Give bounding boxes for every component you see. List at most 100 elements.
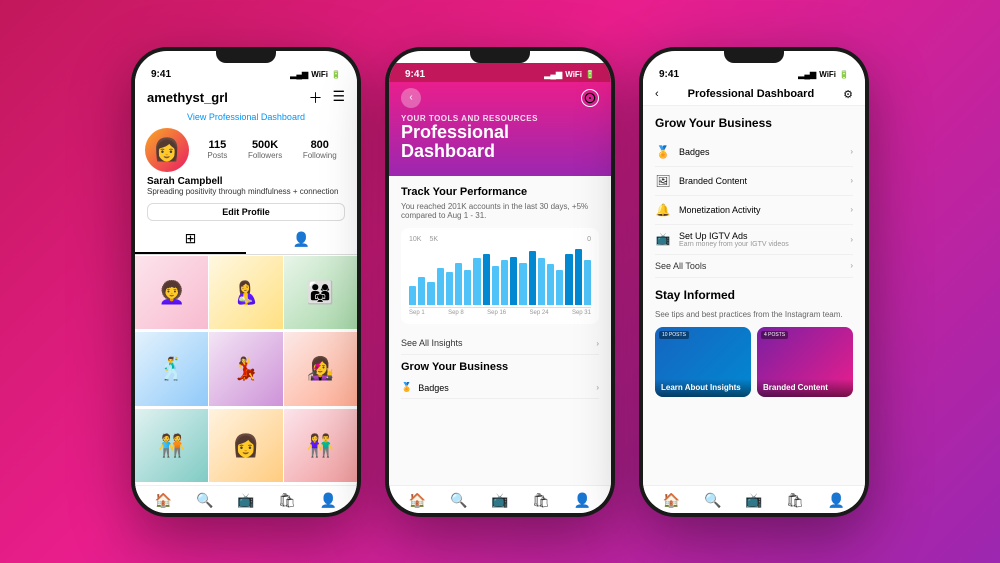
status-icons-1: ▂▄▆ WiFi 🔋 (290, 70, 341, 79)
nav-profile-3[interactable]: 👤 (828, 492, 845, 509)
card-title-1: Learn About Insights (661, 383, 745, 393)
nav-search-3[interactable]: 🔍 (704, 492, 721, 509)
menu-icon[interactable]: ☰ (332, 88, 345, 108)
grid-item-8[interactable]: 👩 (209, 409, 282, 482)
nav-profile-2[interactable]: 👤 (574, 492, 591, 509)
photo-6: 👩‍🎤 (284, 332, 357, 405)
nav-reels-3[interactable]: 📺 (745, 492, 762, 509)
bar-chart (409, 245, 591, 305)
nav-shop-3[interactable]: 🛍 (786, 492, 804, 509)
grid-item-4[interactable]: 🕺 (135, 332, 208, 405)
phone-dashboard: 9:41 ▂▄▆ WiFi 🔋 ‹ ⊙ Your Tools and Resou… (385, 47, 615, 517)
dashboard-body: Track Your Performance You reached 201K … (389, 176, 611, 484)
chevron-insights: › (596, 339, 599, 348)
menu-item-igtv[interactable]: 📺 Set Up IGTV Ads Earn money from your I… (655, 225, 853, 255)
bottom-nav-2: 🏠 🔍 📺 🛍 👤 (389, 485, 611, 513)
chart-bar (437, 268, 444, 305)
nav-search-1[interactable]: 🔍 (196, 492, 213, 509)
track-title: Track Your Performance (401, 186, 599, 198)
card-tag-1: 10 POSTS (659, 331, 689, 339)
stay-desc: See tips and best practices from the Ins… (655, 310, 853, 319)
grid-item-2[interactable]: 🤱 (209, 256, 282, 329)
view-dashboard-link[interactable]: View Professional Dashboard (135, 112, 357, 128)
grid-item-1[interactable]: 👩‍🦱 (135, 256, 208, 329)
time-2: 9:41 (405, 69, 425, 80)
badges-icon: 🏅 (401, 382, 412, 393)
nav-shop-2[interactable]: 🛍 (532, 492, 550, 509)
card-learn[interactable]: 10 POSTS Learn About Insights (655, 327, 751, 397)
profile-tabs: ⊞ 👤 (135, 225, 357, 255)
chart-bar (538, 258, 545, 305)
edit-profile-button[interactable]: Edit Profile (147, 203, 345, 221)
menu-item-branded[interactable]: 🖼 Branded Content › (655, 167, 853, 196)
grid-item-7[interactable]: 🧑‍🤝‍🧑 (135, 409, 208, 482)
chart-bar (529, 251, 536, 305)
signal-icon-2: ▂▄▆ (544, 70, 562, 79)
see-all-tools-link[interactable]: See All Tools › (655, 255, 853, 278)
grid-item-9[interactable]: 👫 (284, 409, 357, 482)
menu-badges[interactable]: 🏅 Badges › (401, 377, 599, 399)
card-overlay-1: Learn About Insights (655, 379, 751, 397)
username: amethyst_grl (147, 90, 228, 105)
add-icon[interactable]: ＋ (308, 88, 322, 108)
chart-bar (556, 270, 563, 305)
status-icons-3: ▂▄▆ WiFi 🔋 (798, 70, 849, 79)
avatar: 👩 (145, 128, 189, 172)
phone-pro-dashboard: 9:41 ▂▄▆ WiFi 🔋 ‹ Professional Dashboard… (639, 47, 869, 517)
phone-notch-3 (724, 51, 784, 63)
time-1: 9:41 (151, 69, 171, 80)
pro-dash-body: Grow Your Business 🏅 Badges › 🖼 (643, 106, 865, 485)
chart-bar (464, 270, 471, 305)
photo-1: 👩‍🦱 (135, 256, 208, 329)
nav-search-2[interactable]: 🔍 (450, 492, 467, 509)
nav-home-1[interactable]: 🏠 (155, 492, 172, 509)
search-icon-2[interactable]: ⊙ (581, 89, 599, 107)
chart-area: 10K 5K 0 Sep 1 Sep 8 Sep 16 Sep 24 Sep 3… (401, 228, 599, 324)
chart-baseline (409, 307, 591, 308)
back-button-3[interactable]: ‹ (655, 88, 659, 100)
grow-section: Grow Your Business 🏅 Badges › (401, 361, 599, 399)
chart-bar (446, 272, 453, 305)
chart-bar (501, 260, 508, 305)
settings-icon[interactable]: ⚙ (843, 88, 853, 101)
chart-bar (547, 264, 554, 305)
tab-tagged[interactable]: 👤 (246, 225, 357, 254)
menu-item-monetization[interactable]: 🔔 Monetization Activity › (655, 196, 853, 225)
time-3: 9:41 (659, 69, 679, 80)
igtv-icon: 📺 (655, 231, 671, 247)
monetization-text: Monetization Activity (679, 205, 761, 215)
menu-item-badges[interactable]: 🏅 Badges › (655, 138, 853, 167)
stay-section: Stay Informed See tips and best practice… (655, 288, 853, 397)
nav-shop-1[interactable]: 🛍 (278, 492, 296, 509)
grid-item-5[interactable]: 💃 (209, 332, 282, 405)
stat-following: 800 Following (303, 139, 337, 160)
badges-icon-3: 🏅 (655, 144, 671, 160)
photo-3: 👨‍👩‍👧 (284, 256, 357, 329)
status-bar-3: 9:41 ▂▄▆ WiFi 🔋 (643, 63, 865, 82)
signal-icon-3: ▂▄▆ (798, 70, 816, 79)
status-bar-1: 9:41 ▂▄▆ WiFi 🔋 (135, 63, 357, 82)
badges-text: Badges (679, 147, 710, 157)
photo-4: 🕺 (135, 332, 208, 405)
dash-nav: ‹ ⊙ (401, 88, 599, 108)
pro-dash-nav: ‹ Professional Dashboard ⚙ (655, 88, 853, 101)
nav-reels-1[interactable]: 📺 (237, 492, 254, 509)
card-branded[interactable]: 4 POSTS Branded Content (757, 327, 853, 397)
chevron-3-branded: › (850, 176, 853, 185)
phone-notch-2 (470, 51, 530, 63)
nav-reels-2[interactable]: 📺 (491, 492, 508, 509)
nav-home-3[interactable]: 🏠 (663, 492, 680, 509)
nav-profile-1[interactable]: 👤 (320, 492, 337, 509)
chart-bar (483, 254, 490, 305)
stat-posts: 115 Posts (207, 139, 227, 160)
card-overlay-2: Branded Content (757, 379, 853, 397)
back-button-2[interactable]: ‹ (401, 88, 421, 108)
chevron-3-monetization: › (850, 205, 853, 214)
chart-x-labels: Sep 1 Sep 8 Sep 16 Sep 24 Sep 31 (409, 310, 591, 316)
monetization-icon: 🔔 (655, 202, 671, 218)
see-insights-link[interactable]: See All Insights › (401, 332, 599, 355)
grid-item-3[interactable]: 👨‍👩‍👧 (284, 256, 357, 329)
tab-grid[interactable]: ⊞ (135, 225, 246, 254)
nav-home-2[interactable]: 🏠 (409, 492, 426, 509)
grid-item-6[interactable]: 👩‍🎤 (284, 332, 357, 405)
